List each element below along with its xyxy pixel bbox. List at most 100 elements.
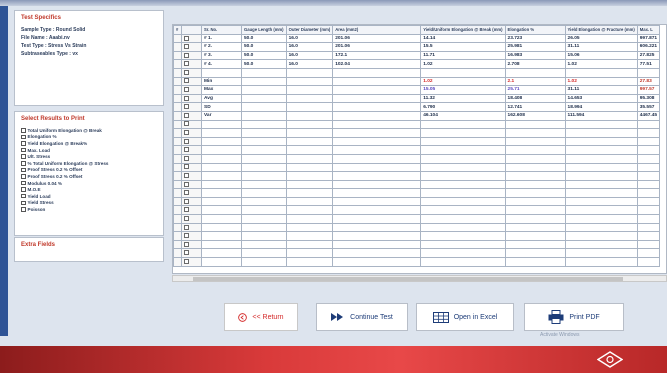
stat-row[interactable]: Var 46.104 162.608 111.594 4467.45 <box>173 110 661 121</box>
result-option[interactable]: Yield Stress <box>21 200 157 207</box>
table-cell[interactable] <box>636 257 661 267</box>
row-checkbox-cell[interactable] <box>181 222 202 233</box>
row-checkbox[interactable] <box>184 87 189 93</box>
table-cell[interactable]: 16.0 <box>285 50 334 61</box>
row-checkbox[interactable] <box>184 224 189 230</box>
table-cell[interactable] <box>564 188 638 198</box>
table-cell[interactable] <box>332 76 422 87</box>
row-checkbox-cell[interactable] <box>181 171 202 181</box>
table-cell[interactable] <box>332 128 422 138</box>
row-checkbox-cell[interactable] <box>181 102 202 112</box>
table-cell[interactable] <box>420 145 506 155</box>
table-row[interactable] <box>173 162 661 173</box>
table-cell[interactable] <box>564 257 638 267</box>
table-cell[interactable] <box>636 231 661 241</box>
table-cell[interactable] <box>636 179 661 190</box>
stat-row[interactable]: Avg 11.32 18.408 14.653 95.308 <box>173 93 661 104</box>
table-cell[interactable] <box>285 171 334 181</box>
result-option[interactable]: Max. Load <box>21 147 157 154</box>
table-cell[interactable] <box>201 145 242 155</box>
table-cell[interactable] <box>201 214 242 224</box>
table-cell[interactable] <box>285 128 334 138</box>
result-option[interactable]: Total Uniform Elongation @ Break <box>21 127 157 134</box>
table-cell[interactable] <box>241 76 287 87</box>
table-cell[interactable] <box>201 231 242 241</box>
result-option[interactable]: Ult. Stress <box>21 153 157 160</box>
table-cell[interactable] <box>285 119 334 130</box>
table-cell[interactable] <box>504 248 566 259</box>
table-cell[interactable]: 50.0 <box>241 59 287 69</box>
table-cell[interactable] <box>420 162 506 173</box>
table-cell[interactable]: 11.71 <box>420 50 506 61</box>
table-cell[interactable]: 25.71 <box>504 85 566 95</box>
table-row[interactable]: # 1. 50.0 16.0 201.06 14.14 23.723 26.05 997.87… <box>173 33 661 44</box>
row-checkbox-cell[interactable] <box>181 85 202 95</box>
row-checkbox[interactable] <box>184 155 189 161</box>
row-checkbox[interactable] <box>184 112 189 118</box>
row-checkbox[interactable] <box>184 164 189 170</box>
table-cell[interactable]: 6.790 <box>420 102 506 112</box>
table-cell[interactable] <box>504 179 566 190</box>
table-cell[interactable] <box>285 102 334 112</box>
table-cell[interactable]: 2.1 <box>504 76 566 87</box>
table-cell[interactable]: 12.741 <box>504 102 566 112</box>
table-cell[interactable] <box>636 239 661 250</box>
table-row[interactable] <box>173 214 661 224</box>
table-cell[interactable] <box>201 67 242 78</box>
result-option[interactable]: Yield Elongation @ Break% <box>21 140 157 147</box>
row-checkbox-cell[interactable] <box>181 153 202 164</box>
row-checkbox-cell[interactable] <box>181 188 202 198</box>
table-cell[interactable] <box>504 153 566 164</box>
result-checkbox[interactable] <box>21 200 26 206</box>
table-cell[interactable] <box>241 205 287 216</box>
row-checkbox-cell[interactable] <box>181 33 202 44</box>
table-row[interactable] <box>173 239 661 250</box>
column-header[interactable]: Max. L <box>636 25 661 35</box>
table-cell[interactable]: 4467.45 <box>636 110 661 121</box>
result-checkbox[interactable] <box>21 134 26 140</box>
stat-row[interactable]: Max 15.05 25.71 31.11 997.57 <box>173 85 661 95</box>
table-cell[interactable] <box>420 128 506 138</box>
column-header[interactable]: Yield/Uniform Elongation @ Break (mm) <box>420 25 506 35</box>
table-row[interactable] <box>173 205 661 216</box>
table-cell[interactable]: 50.0 <box>241 42 287 52</box>
table-cell[interactable] <box>241 102 287 112</box>
table-cell[interactable] <box>332 179 422 190</box>
table-cell[interactable] <box>420 196 506 207</box>
result-checkbox[interactable] <box>21 147 26 153</box>
table-cell[interactable]: 606.221 <box>636 42 661 52</box>
table-cell[interactable]: 102.04 <box>332 59 422 69</box>
table-cell[interactable] <box>564 222 638 233</box>
table-cell[interactable] <box>636 188 661 198</box>
table-cell[interactable]: 95.308 <box>636 93 661 104</box>
table-cell[interactable] <box>564 67 638 78</box>
table-cell[interactable]: Max <box>201 85 242 95</box>
table-cell[interactable] <box>420 231 506 241</box>
table-row[interactable] <box>173 179 661 190</box>
table-cell[interactable]: 16.983 <box>504 50 566 61</box>
table-cell[interactable] <box>285 162 334 173</box>
table-cell[interactable]: Var <box>201 110 242 121</box>
table-cell[interactable] <box>420 214 506 224</box>
row-checkbox[interactable] <box>184 78 189 84</box>
table-row[interactable] <box>173 119 661 130</box>
table-cell[interactable]: 1.02 <box>564 76 638 87</box>
table-cell[interactable] <box>420 153 506 164</box>
table-cell[interactable] <box>504 119 566 130</box>
table-cell[interactable] <box>201 239 242 250</box>
table-cell[interactable] <box>564 179 638 190</box>
table-row[interactable] <box>173 231 661 241</box>
table-cell[interactable] <box>241 239 287 250</box>
table-cell[interactable] <box>636 214 661 224</box>
table-cell[interactable]: 11.32 <box>420 93 506 104</box>
row-checkbox-cell[interactable] <box>181 119 202 130</box>
table-cell[interactable] <box>241 179 287 190</box>
table-row[interactable] <box>173 188 661 198</box>
table-cell[interactable]: 16.0 <box>285 42 334 52</box>
table-cell[interactable] <box>636 153 661 164</box>
table-cell[interactable] <box>332 93 422 104</box>
table-cell[interactable]: 18.408 <box>504 93 566 104</box>
row-checkbox-cell[interactable] <box>181 76 202 87</box>
table-cell[interactable] <box>285 153 334 164</box>
table-cell[interactable]: 31.11 <box>564 42 638 52</box>
